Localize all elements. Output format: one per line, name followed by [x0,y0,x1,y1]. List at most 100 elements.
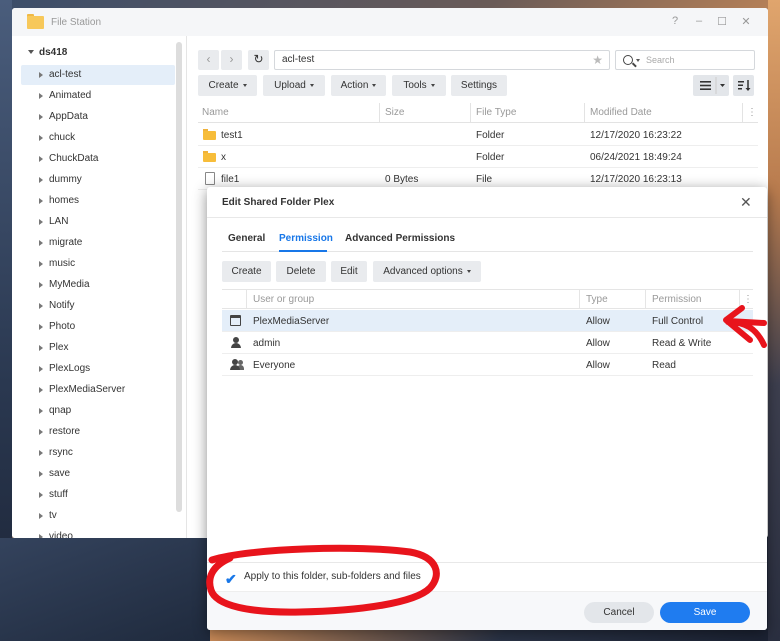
tab-advanced-permissions[interactable]: Advanced Permissions [345,233,455,244]
tree-root[interactable]: ds418 [28,47,67,58]
tools-button[interactable]: Tools [392,75,446,96]
tree-item[interactable]: Animated [21,86,175,106]
delete-permission-button[interactable]: Delete [276,261,326,282]
folder-icon [27,14,44,29]
column-user-or-group[interactable]: User or group [253,294,314,305]
edit-permission-button[interactable]: Edit [331,261,367,282]
sort-button[interactable] [733,75,754,96]
chevron-right-icon [39,324,43,330]
advanced-options-button[interactable]: Advanced options [373,261,481,282]
tree-item[interactable]: rsync [21,443,175,463]
column-permission[interactable]: Permission [652,294,701,305]
tree-item-label: dummy [49,174,82,185]
permission-table-header: User or group Type Permission ⋮ [222,289,753,309]
chevron-right-icon [39,240,43,246]
tree-item[interactable]: video [21,527,175,538]
tree-item-label: migrate [49,237,83,248]
chevron-right-icon [39,156,43,162]
dialog-close-button[interactable]: ✕ [740,194,752,211]
table-row[interactable]: admin Allow Read & Write [222,332,753,354]
columns-menu-button[interactable]: ⋮ [743,294,753,305]
refresh-button[interactable]: ↻ [248,50,269,70]
desktop-wallpaper-bottom [0,538,210,641]
chevron-right-icon [39,387,43,393]
apply-checkbox[interactable]: ✔ [225,571,237,588]
forward-button[interactable]: › [221,50,242,70]
file-name: x [221,152,226,163]
tree-item[interactable]: qnap [21,401,175,421]
settings-button[interactable]: Settings [451,75,507,96]
chevron-right-icon [39,408,43,414]
star-icon[interactable]: ★ [592,51,603,69]
tree-item[interactable]: PlexMediaServer [21,380,175,400]
save-button[interactable]: Save [660,602,750,623]
column-size[interactable]: Size [385,107,404,118]
tree-item[interactable]: Photo [21,317,175,337]
apply-checkbox-label[interactable]: Apply to this folder, sub-folders and fi… [244,571,421,582]
tree-item[interactable]: Plex [21,338,175,358]
tree-item[interactable]: restore [21,422,175,442]
tree-item[interactable]: save [21,464,175,484]
permission-type: Allow [586,316,610,327]
path-field[interactable]: acl-test ★ [274,50,610,70]
folder-icon [203,129,216,140]
chevron-right-icon [39,93,43,99]
cancel-button[interactable]: Cancel [584,602,654,623]
tab-general[interactable]: General [228,233,265,244]
column-file-type[interactable]: File Type [476,107,516,118]
column-modified-date[interactable]: Modified Date [590,107,652,118]
tree-item[interactable]: stuff [21,485,175,505]
create-permission-button[interactable]: Create [222,261,271,282]
columns-menu-button[interactable]: ⋮ [747,107,757,118]
tree-item[interactable]: migrate [21,233,175,253]
tab-permission[interactable]: Permission [279,233,333,244]
tree-item[interactable]: chuck [21,128,175,148]
tree-item-label: ChuckData [49,153,99,164]
tree-item[interactable]: music [21,254,175,274]
maximize-button[interactable]: ☐ [715,15,729,28]
file-date: 12/17/2020 16:23:13 [590,174,682,185]
table-row[interactable]: PlexMediaServer Allow Full Control [222,310,753,332]
tree-item-acl-test[interactable]: acl-test [21,65,175,85]
window-titlebar[interactable]: File Station ? – ☐ ✕ [12,8,768,36]
table-row[interactable]: x Folder 06/24/2021 18:49:24 [198,146,758,168]
user-name: admin [253,338,281,349]
dialog-title: Edit Shared Folder Plex [222,197,335,208]
back-button[interactable]: ‹ [198,50,219,70]
create-button[interactable]: Create [198,75,257,96]
pane-divider[interactable] [186,36,187,538]
tree-item[interactable]: homes [21,191,175,211]
tree-item[interactable]: PlexLogs [21,359,175,379]
table-row[interactable]: Everyone Allow Read [222,354,753,376]
chevron-right-icon [39,429,43,435]
search-input[interactable]: Search [615,50,755,70]
column-type[interactable]: Type [586,294,608,305]
tree-item[interactable]: MyMedia [21,275,175,295]
tree-item[interactable]: AppData [21,107,175,127]
sidebar-scrollbar[interactable] [176,42,182,512]
minimize-button[interactable]: – [692,15,706,27]
user-name: PlexMediaServer [253,316,330,327]
permission-level: Read [652,360,676,371]
column-name[interactable]: Name [202,107,229,118]
tree-item[interactable]: LAN [21,212,175,232]
table-row[interactable]: test1 Folder 12/17/2020 16:23:22 [198,124,758,146]
chevron-down-icon [242,84,247,87]
upload-button[interactable]: Upload [263,75,325,96]
view-toggle-button[interactable] [693,75,729,96]
close-window-button[interactable]: ✕ [739,15,753,28]
sort-icon [738,80,751,91]
file-date: 06/24/2021 18:49:24 [590,152,682,163]
tree-item[interactable]: tv [21,506,175,526]
tree-item[interactable]: dummy [21,170,175,190]
chevron-right-icon [39,72,43,78]
tree-item[interactable]: ChuckData [21,149,175,169]
tree-item-label: PlexLogs [49,363,91,374]
edit-shared-folder-dialog: Edit Shared Folder Plex ✕ General Permis… [207,187,767,630]
tree-item[interactable]: Notify [21,296,175,316]
tree-item-label: chuck [49,132,76,143]
folder-tree: ds418 acl-test Animated AppData chuck Ch… [12,36,186,538]
help-button[interactable]: ? [668,15,682,27]
action-button[interactable]: Action [331,75,386,96]
chevron-right-icon [39,177,43,183]
